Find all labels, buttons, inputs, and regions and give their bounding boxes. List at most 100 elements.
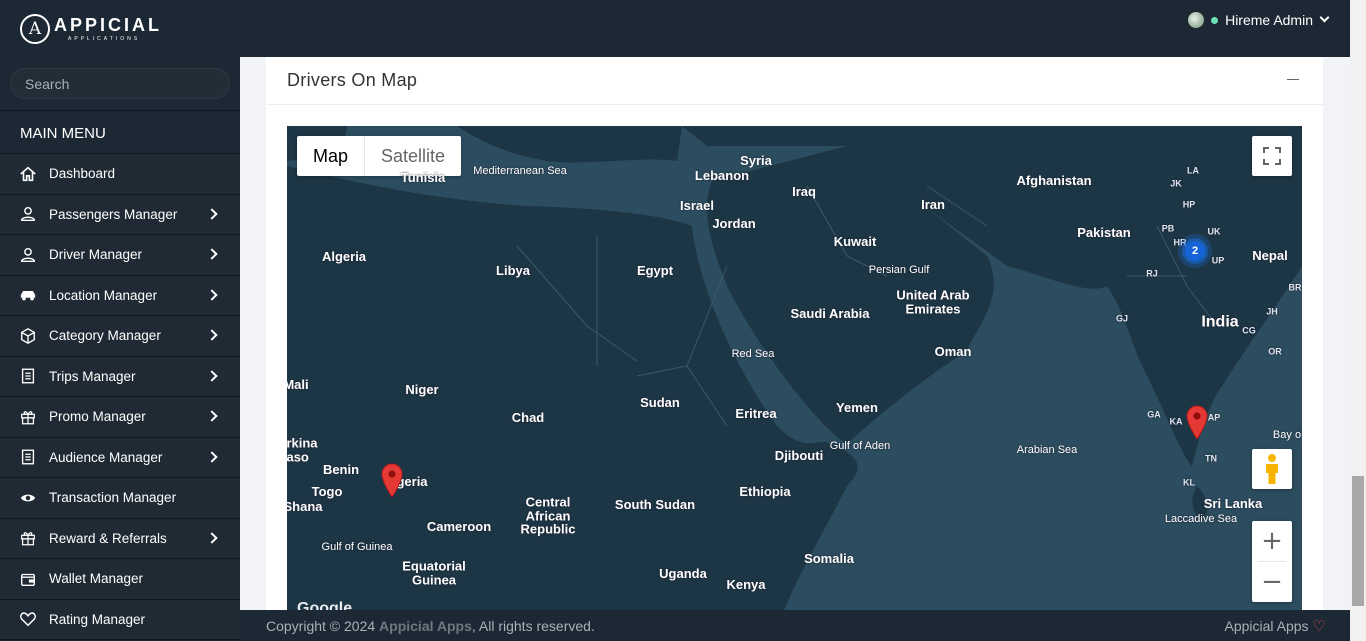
copyright: Copyright © 2024 Appicial Apps, All righ… — [266, 618, 595, 634]
sidebar-item-label: Audience Manager — [49, 449, 163, 465]
card-header: Drivers On Map — [266, 57, 1323, 105]
sidebar-item-label: Driver Manager — [49, 247, 143, 263]
brand-logo[interactable]: A APPICIAL APPLICATIONS — [20, 14, 162, 44]
map-label: BR — [1288, 282, 1302, 293]
map-label: Nepal — [1252, 248, 1288, 264]
sidebar-item-label: Rating Manager — [49, 611, 146, 627]
map-label: Togo — [311, 484, 343, 500]
map-label: Persian Gulf — [868, 264, 930, 277]
map-label: UP — [1211, 255, 1225, 266]
map-label: Afghanistan — [1016, 173, 1092, 189]
sidebar-item-rating-manager[interactable]: Rating Manager — [0, 599, 240, 640]
sidebar-item-audience-manager[interactable]: Audience Manager — [0, 437, 240, 478]
map-label: Chad — [511, 410, 545, 426]
eye-icon — [18, 488, 38, 508]
sidebar-item-trips-manager[interactable]: Trips Manager — [0, 356, 240, 397]
wallet-icon — [18, 569, 38, 589]
chevron-right-icon — [206, 369, 218, 382]
map-label: Cameroon — [426, 519, 492, 535]
chevron-right-icon — [206, 248, 218, 260]
user-icon — [18, 204, 38, 224]
sidebar-item-label: Dashboard — [49, 166, 116, 182]
sidebar-item-transaction-manager[interactable]: Transaction Manager — [0, 478, 240, 519]
copyright-prefix: Copyright © 2024 — [266, 617, 380, 634]
map-label: GJ — [1115, 313, 1129, 324]
map-label: Niger — [405, 382, 439, 398]
sidebar-item-reward-referrals[interactable]: Reward & Referrals — [0, 518, 240, 559]
zoom-control: + − — [1252, 521, 1292, 602]
map-label: Laccadive Sea — [1164, 513, 1238, 526]
chevron-right-icon — [206, 207, 218, 220]
map-label: Sudan — [640, 395, 680, 411]
car-icon — [18, 285, 38, 305]
map-label: Saudi Arabia — [790, 306, 870, 322]
map-label: South Sudan — [614, 497, 696, 513]
menu-heading: MAIN MENU — [0, 110, 240, 154]
map-label: RJ — [1146, 268, 1158, 279]
map-label: Libya — [496, 263, 530, 279]
pegman-icon — [1266, 454, 1278, 484]
map-label: Pakistan — [1077, 225, 1131, 241]
map-label: Israel — [680, 198, 714, 214]
drivers-map[interactable]: Map Satellite Syria Lebanon Israel Jorda… — [287, 126, 1302, 610]
map-label: Gulf of Guinea — [321, 541, 393, 554]
sidebar: MAIN MENU Dashboard Passengers Manager D… — [0, 57, 240, 641]
collapse-icon[interactable] — [1287, 79, 1299, 80]
chevron-right-icon — [206, 288, 218, 301]
sidebar-item-label: Location Manager — [49, 287, 158, 303]
sidebar-item-label: Trips Manager — [49, 368, 136, 384]
sidebar-item-label: Promo Manager — [49, 409, 146, 425]
map-label: KL — [1183, 477, 1195, 488]
search-box — [10, 68, 230, 99]
map-label: PB — [1161, 223, 1175, 234]
sidebar-item-passengers-manager[interactable]: Passengers Manager — [0, 194, 240, 235]
zoom-in-button[interactable]: + — [1252, 521, 1292, 561]
user-name: Hireme Admin — [1225, 12, 1313, 28]
map-label: rkina aso — [287, 435, 318, 464]
chevron-right-icon — [206, 531, 218, 544]
chevron-right-icon — [206, 329, 218, 341]
heart-icon: ♡ — [1312, 617, 1326, 635]
map-label: Algeria — [321, 249, 367, 265]
map-label: Red Sea — [731, 348, 775, 361]
sidebar-item-dashboard[interactable]: Dashboard — [0, 154, 240, 195]
marker-cluster[interactable]: 2 — [1177, 233, 1213, 269]
gift-icon — [18, 407, 38, 427]
search-input[interactable] — [25, 75, 215, 92]
map-label: Iran — [921, 197, 945, 213]
map-label: KA — [1169, 416, 1183, 427]
map-label: Somalia — [804, 551, 854, 567]
map-view-button[interactable]: Map — [297, 136, 364, 176]
map-label: TN — [1205, 453, 1217, 464]
driver-marker[interactable] — [380, 463, 404, 497]
map-label: Iraq — [792, 184, 816, 200]
sidebar-item-driver-manager[interactable]: Driver Manager — [0, 235, 240, 276]
heart-icon — [18, 609, 38, 629]
fullscreen-button[interactable] — [1252, 136, 1292, 176]
sidebar-item-label: Wallet Manager — [49, 571, 144, 587]
user-menu[interactable]: Hireme Admin — [1188, 12, 1330, 28]
sidebar-item-location-manager[interactable]: Location Manager — [0, 275, 240, 316]
chevron-right-icon — [206, 450, 218, 463]
footer-brand: Appicial Apps ♡ — [1224, 617, 1326, 635]
street-view-pegman[interactable] — [1252, 449, 1292, 489]
map-label: Central African Republic — [520, 494, 576, 537]
map-label: LA — [1187, 165, 1199, 176]
sidebar-item-category-manager[interactable]: Category Manager — [0, 316, 240, 357]
zoom-out-button[interactable]: − — [1252, 562, 1292, 602]
scrollbar-thumb[interactable] — [1352, 476, 1364, 606]
map-label: Eritrea — [735, 406, 777, 422]
footer: Copyright © 2024 Appicial Apps, All righ… — [240, 610, 1350, 641]
map-label: AP — [1207, 412, 1221, 423]
brand-name: APPICIAL — [54, 15, 163, 35]
sidebar-item-promo-manager[interactable]: Promo Manager — [0, 397, 240, 438]
copyright-brand-link[interactable]: Appicial Apps — [379, 618, 472, 634]
cluster-count: 2 — [1191, 245, 1199, 257]
map-label: Kenya — [726, 577, 766, 593]
sidebar-item-wallet-manager[interactable]: Wallet Manager — [0, 559, 240, 600]
logo-emblem: A — [20, 14, 50, 44]
list-icon — [18, 447, 38, 467]
sidebar-item-label: Category Manager — [49, 328, 161, 344]
driver-marker[interactable] — [1185, 405, 1209, 439]
map-label: India — [1201, 313, 1239, 331]
